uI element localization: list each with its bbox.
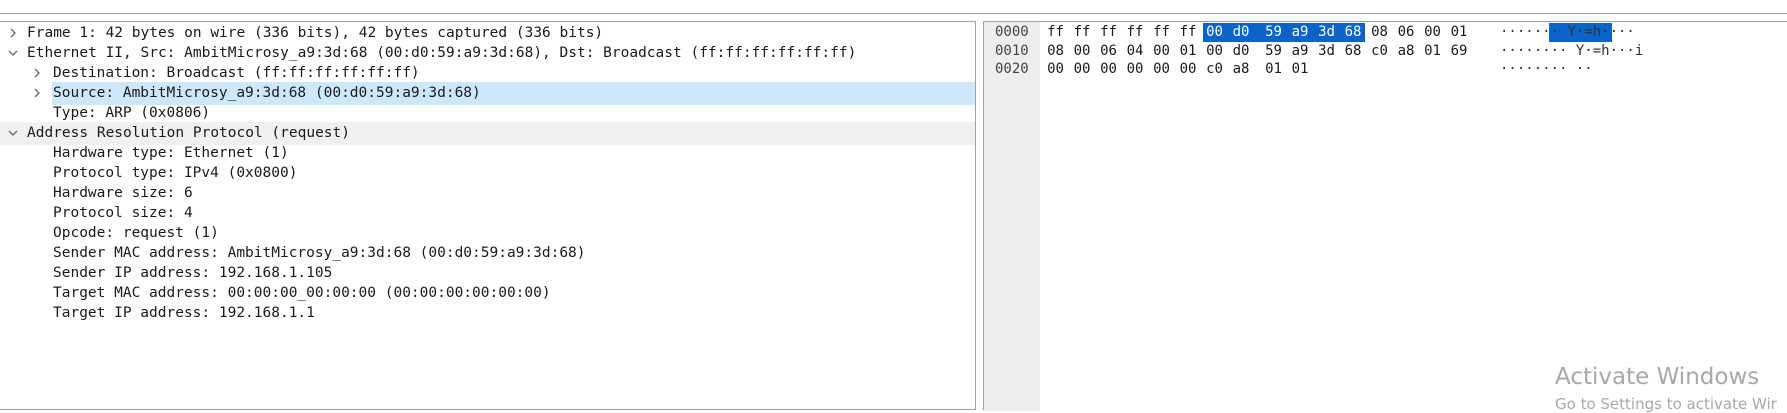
- hex-byte[interactable]: 00: [1152, 42, 1171, 61]
- offset-column: [984, 22, 1040, 411]
- hex-byte[interactable]: 01: [1423, 42, 1442, 61]
- hex-byte[interactable]: d0: [1232, 42, 1251, 61]
- hex-byte[interactable]: 3d: [1317, 23, 1336, 42]
- hex-byte[interactable]: ff: [1179, 23, 1198, 42]
- hex-byte[interactable]: 59: [1264, 42, 1283, 61]
- hex-byte[interactable]: 04: [1126, 42, 1145, 61]
- hex-byte[interactable]: ff: [1046, 23, 1065, 42]
- packet-bytes-pane[interactable]: 0000 ff ff ff ff ff ff 00 d0 59 a9 3d 68 08 06 00 01 ····…: [983, 21, 1787, 411]
- hex-byte[interactable]: 08: [1370, 23, 1389, 42]
- hex-byte[interactable]: 01: [1264, 60, 1283, 79]
- ascii-dump[interactable]: ······· Y·=h····: [1500, 23, 1635, 42]
- hex-byte[interactable]: 08: [1046, 42, 1065, 61]
- toolbar-divider: [0, 0, 1787, 14]
- hex-byte[interactable]: 00: [1152, 60, 1171, 79]
- hex-byte[interactable]: c0: [1370, 42, 1389, 61]
- activate-windows-title: Activate Windows: [1555, 364, 1760, 390]
- hex-byte[interactable]: 06: [1397, 23, 1416, 42]
- hex-byte[interactable]: 01: [1450, 23, 1469, 42]
- hex-byte[interactable]: d0: [1232, 23, 1251, 42]
- hex-offset: 0010: [995, 42, 1029, 59]
- tree-row-target-ip[interactable]: Target IP address: 192.168.1.1: [0, 302, 975, 325]
- hex-byte[interactable]: a9: [1291, 42, 1310, 61]
- hex-byte[interactable]: ff: [1152, 23, 1171, 42]
- hex-byte[interactable]: 00: [1423, 23, 1442, 42]
- hex-byte[interactable]: 00: [1073, 42, 1092, 61]
- hex-offset: 0020: [995, 61, 1029, 77]
- hex-byte[interactable]: 69: [1450, 42, 1469, 61]
- hex-byte[interactable]: 68: [1344, 23, 1363, 42]
- hex-byte[interactable]: 00: [1126, 60, 1145, 79]
- hex-byte[interactable]: ff: [1126, 23, 1145, 42]
- hex-byte[interactable]: a8: [1232, 60, 1251, 79]
- hex-byte[interactable]: 00: [1205, 23, 1224, 42]
- ascii-dump[interactable]: ········ ··: [1500, 60, 1593, 79]
- hex-byte[interactable]: 06: [1099, 42, 1118, 61]
- hex-byte[interactable]: ff: [1073, 23, 1092, 42]
- hex-byte[interactable]: a8: [1397, 42, 1416, 61]
- hex-byte[interactable]: 3d: [1317, 42, 1336, 61]
- hex-offset: 0000: [995, 24, 1029, 40]
- hex-byte[interactable]: c0: [1205, 60, 1224, 79]
- packet-details-pane[interactable]: Frame 1: 42 bytes on wire (336 bits), 42…: [0, 21, 976, 410]
- hex-byte[interactable]: ff: [1099, 23, 1118, 42]
- hex-byte[interactable]: 01: [1291, 60, 1310, 79]
- hex-byte[interactable]: 59: [1264, 23, 1283, 42]
- hex-byte[interactable]: 00: [1099, 60, 1118, 79]
- hex-byte[interactable]: 00: [1205, 42, 1224, 61]
- hex-byte[interactable]: 01: [1179, 42, 1198, 61]
- hex-byte[interactable]: a9: [1291, 23, 1310, 42]
- tree-row-label: Target IP address: 192.168.1.1: [53, 305, 315, 321]
- activate-windows-subtitle: Go to Settings to activate Wir: [1555, 395, 1777, 413]
- hex-byte[interactable]: 00: [1073, 60, 1092, 79]
- hex-byte[interactable]: 00: [1179, 60, 1198, 79]
- hex-byte[interactable]: 68: [1344, 42, 1363, 61]
- hex-byte[interactable]: 00: [1046, 60, 1065, 79]
- hex-selection-highlight: [1203, 23, 1365, 42]
- ascii-dump[interactable]: ········ Y·=h···i: [1500, 42, 1643, 61]
